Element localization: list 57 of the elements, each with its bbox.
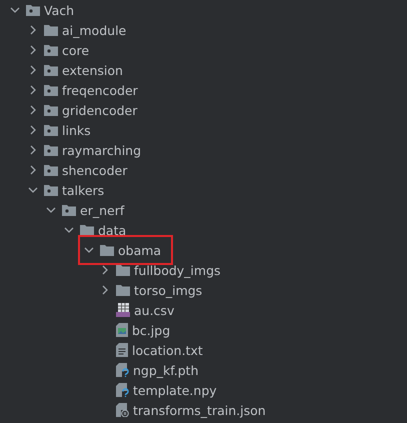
chevron-right-icon[interactable] [28,165,38,175]
chevron-right-icon[interactable] [100,265,110,275]
tree-item-label[interactable]: extension [62,62,123,78]
tree-item-label[interactable]: location.txt [132,342,203,358]
tree-item-label[interactable]: freqencoder [62,82,138,98]
chevron-down-icon[interactable] [64,225,74,235]
folder-icon [100,244,114,256]
spreadsheet-file-icon [116,303,130,317]
tree-item-label[interactable]: raymarching [62,142,142,158]
text-file-icon [116,343,128,357]
unknown-file-icon [116,383,129,397]
chevron-right-icon[interactable] [28,105,38,115]
module-folder-icon [26,4,40,16]
tree-item-label[interactable]: template.npy [133,382,217,398]
module-folder-icon [44,44,58,56]
folder-icon [116,284,130,296]
chevron-down-icon[interactable] [28,185,38,195]
tree-item-label[interactable]: gridencoder [62,102,138,118]
module-folder-icon [44,124,58,136]
tree-item-label[interactable]: links [62,122,91,138]
chevron-right-icon[interactable] [28,65,38,75]
module-folder-icon [44,144,58,156]
chevron-right-icon[interactable] [28,145,38,155]
chevron-down-icon[interactable] [10,5,20,15]
module-folder-icon [44,84,58,96]
chevron-right-icon[interactable] [28,45,38,55]
tree-item-label[interactable]: ngp_kf.pth [133,362,199,378]
tree-item-label[interactable]: er_nerf [80,202,124,218]
folder-icon [44,24,58,36]
chevron-right-icon[interactable] [28,125,38,135]
module-folder-icon [44,64,58,76]
chevron-down-icon[interactable] [46,205,56,215]
tree-item-label[interactable]: bc.jpg [132,322,170,338]
image-file-icon [116,323,128,337]
tree-item-label[interactable]: fullbody_imgs [134,262,221,278]
tree-item-label[interactable]: au.csv [134,302,174,318]
unknown-file-icon [116,363,129,377]
tree-item-label[interactable]: transforms_train.json [133,402,266,418]
folder-icon [116,264,130,276]
chevron-right-icon[interactable] [28,25,38,35]
chevron-right-icon[interactable] [100,285,110,295]
tree-item-label[interactable]: core [62,42,90,58]
tree-item-label[interactable]: torso_imgs [134,282,202,298]
folder-icon [80,224,94,236]
chevron-right-icon[interactable] [28,85,38,95]
tree-item-label[interactable]: shencoder [62,162,128,178]
chevron-down-icon[interactable] [84,245,94,255]
tree-item-label[interactable]: Vach [44,2,74,18]
tree-item-label[interactable]: obama [118,242,162,258]
module-folder-icon [44,184,58,196]
tree-item-label[interactable]: talkers [62,182,104,198]
json-file-icon [116,403,129,417]
tree-item-label[interactable]: ai_module [62,22,126,38]
module-folder-icon [44,104,58,116]
tree-item-label[interactable]: data [98,222,126,238]
module-folder-icon [62,204,76,216]
module-folder-icon [44,164,58,176]
